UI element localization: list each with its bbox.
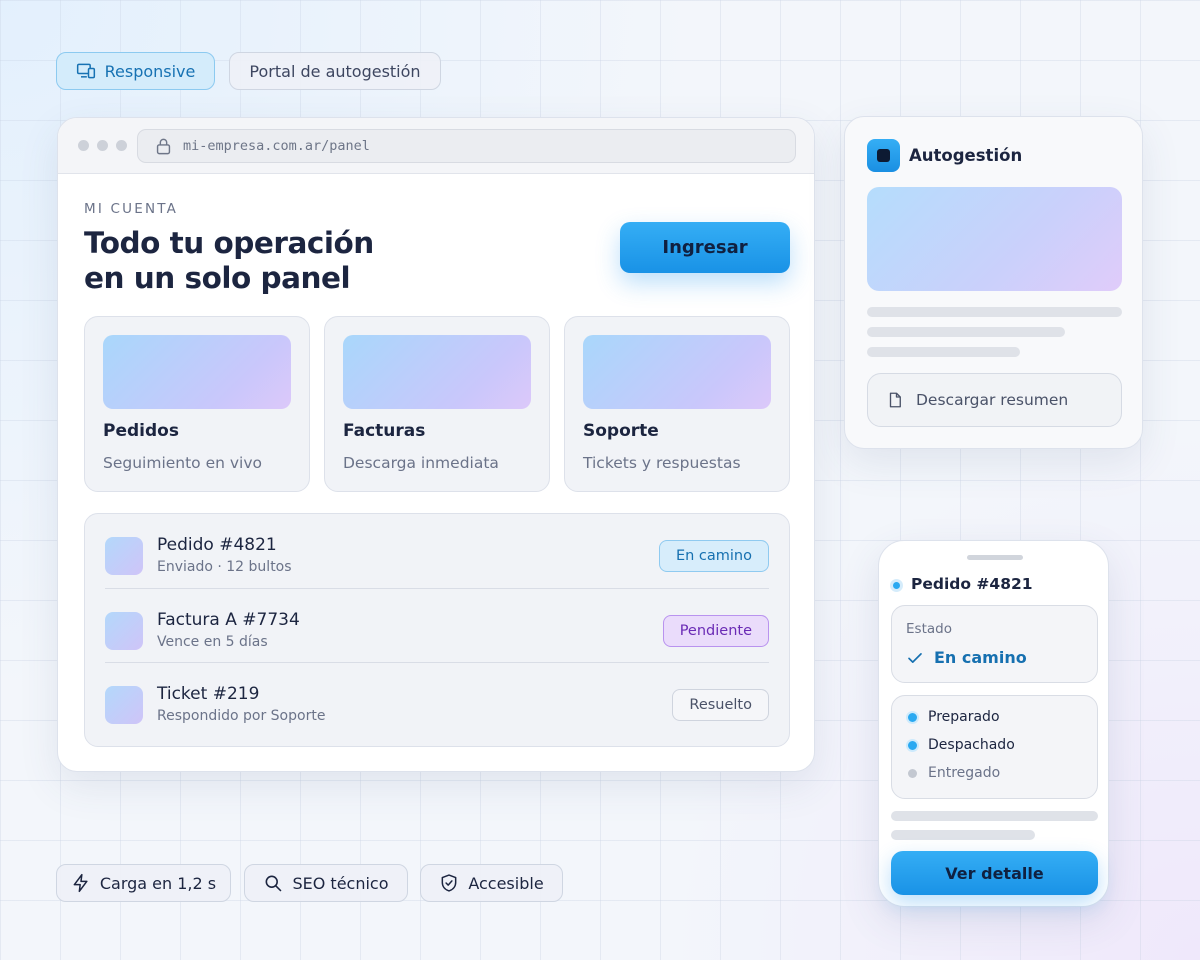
- page-title-line-1: Todo tu operación: [84, 226, 374, 260]
- item-title: Ticket #219: [157, 684, 260, 704]
- step-item: Preparado: [906, 709, 1000, 725]
- browser-window: mi-empresa.com.ar/panel MI CUENTA Todo t…: [57, 117, 815, 772]
- tag-portal[interactable]: Portal de autogestión: [229, 52, 441, 90]
- skeleton-line: [867, 307, 1122, 317]
- window-dot-minimize[interactable]: [97, 140, 108, 151]
- item-title: Factura A #7734: [157, 610, 300, 630]
- list-item[interactable]: Pedido #4821 Enviado · 12 bultos En cami…: [105, 514, 769, 588]
- self-service-card: Autogestión Descargar resumen: [844, 116, 1143, 449]
- window-dot-maximize[interactable]: [116, 140, 127, 151]
- skeleton-line: [867, 347, 1020, 357]
- view-detail-button[interactable]: Ver detalle: [891, 851, 1098, 895]
- step-dot: [906, 710, 919, 724]
- url-text: mi-empresa.com.ar/panel: [183, 138, 370, 154]
- feature-card-facturas[interactable]: Facturas Descarga inmediata: [324, 316, 550, 492]
- section-eyebrow: MI CUENTA: [84, 201, 179, 217]
- tag-label: Accesible: [468, 873, 544, 893]
- tag-load-time[interactable]: Carga en 1,2 s: [56, 864, 231, 902]
- step-item: Despachado: [906, 737, 1015, 753]
- tag-label: Responsive: [104, 61, 196, 81]
- devices-icon: [76, 63, 95, 79]
- feature-card-pedidos[interactable]: Pedidos Seguimiento en vivo: [84, 316, 310, 492]
- feature-title: Soporte: [583, 421, 659, 441]
- state-label: Estado: [906, 621, 952, 637]
- tag-seo[interactable]: SEO técnico: [244, 864, 408, 902]
- status-badge: En camino: [658, 540, 769, 572]
- tag-label: SEO técnico: [292, 873, 389, 893]
- step-dot: [908, 768, 917, 778]
- feature-subtitle: Seguimiento en vivo: [103, 454, 263, 472]
- skeleton-line: [867, 327, 1065, 337]
- order-status-dot: [890, 579, 903, 592]
- state-value-text: En camino: [934, 648, 1027, 667]
- browser-toolbar: mi-empresa.com.ar/panel: [58, 118, 814, 174]
- list-item[interactable]: Factura A #7734 Vence en 5 días Pendient…: [105, 588, 769, 662]
- page-title-line-2: en un solo panel: [84, 261, 351, 295]
- download-summary-button[interactable]: Descargar resumen: [867, 373, 1122, 427]
- order-steps: Preparado Despachado Entregado: [891, 695, 1098, 799]
- feature-thumbnail: [343, 335, 531, 409]
- skeleton-line: [891, 811, 1098, 821]
- step-label: Preparado: [928, 709, 1000, 725]
- login-button[interactable]: Ingresar: [620, 222, 790, 273]
- lightning-icon: [73, 873, 88, 893]
- order-state-box: Estado En camino: [891, 605, 1098, 683]
- item-thumbnail: [105, 686, 143, 724]
- tag-label: Carga en 1,2 s: [99, 873, 217, 893]
- mobile-preview: Pedido #4821 Estado En camino Preparado …: [878, 540, 1109, 907]
- document-icon: [889, 392, 901, 408]
- lock-icon: [156, 138, 171, 154]
- card-title: Autogestión: [909, 146, 1023, 165]
- activity-list: Pedido #4821 Enviado · 12 bultos En cami…: [84, 513, 790, 747]
- step-item: Entregado: [906, 765, 1000, 781]
- phone-notch: [967, 555, 1023, 560]
- download-label: Descargar resumen: [916, 391, 1069, 409]
- check-icon: [908, 652, 922, 663]
- shield-check-icon: [441, 874, 457, 892]
- feature-title: Pedidos: [103, 421, 179, 441]
- step-label: Entregado: [928, 765, 1001, 781]
- item-thumbnail: [105, 612, 143, 650]
- order-title: Pedido #4821: [911, 575, 1033, 593]
- feature-card-soporte[interactable]: Soporte Tickets y respuestas: [564, 316, 790, 492]
- item-subtitle: Vence en 5 días: [157, 634, 268, 650]
- state-value: En camino: [906, 648, 1027, 667]
- item-subtitle: Respondido por Soporte: [157, 708, 326, 724]
- feature-subtitle: Descarga inmediata: [343, 454, 499, 472]
- skeleton-line: [891, 830, 1035, 840]
- item-subtitle: Enviado · 12 bultos: [157, 559, 292, 575]
- tag-label: Portal de autogestión: [249, 61, 421, 81]
- status-badge: Resuelto: [672, 689, 769, 721]
- tag-accessible[interactable]: Accesible: [420, 864, 563, 902]
- item-title: Pedido #4821: [157, 535, 277, 555]
- step-label: Despachado: [928, 737, 1015, 753]
- feature-subtitle: Tickets y respuestas: [583, 454, 741, 472]
- hero-placeholder: [867, 187, 1122, 291]
- feature-thumbnail: [103, 335, 291, 409]
- step-dot: [906, 738, 919, 752]
- status-badge: Pendiente: [662, 615, 769, 647]
- tag-responsive[interactable]: Responsive: [56, 52, 215, 90]
- item-thumbnail: [105, 537, 143, 575]
- list-item[interactable]: Ticket #219 Respondido por Soporte Resue…: [105, 662, 769, 736]
- window-dot-close[interactable]: [78, 140, 89, 151]
- page-title: Todo tu operación en un solo panel: [84, 226, 374, 296]
- feature-thumbnail: [583, 335, 771, 409]
- app-logo-icon: [867, 139, 900, 172]
- feature-title: Facturas: [343, 421, 426, 441]
- address-bar[interactable]: mi-empresa.com.ar/panel: [137, 129, 796, 163]
- search-icon: [266, 875, 282, 892]
